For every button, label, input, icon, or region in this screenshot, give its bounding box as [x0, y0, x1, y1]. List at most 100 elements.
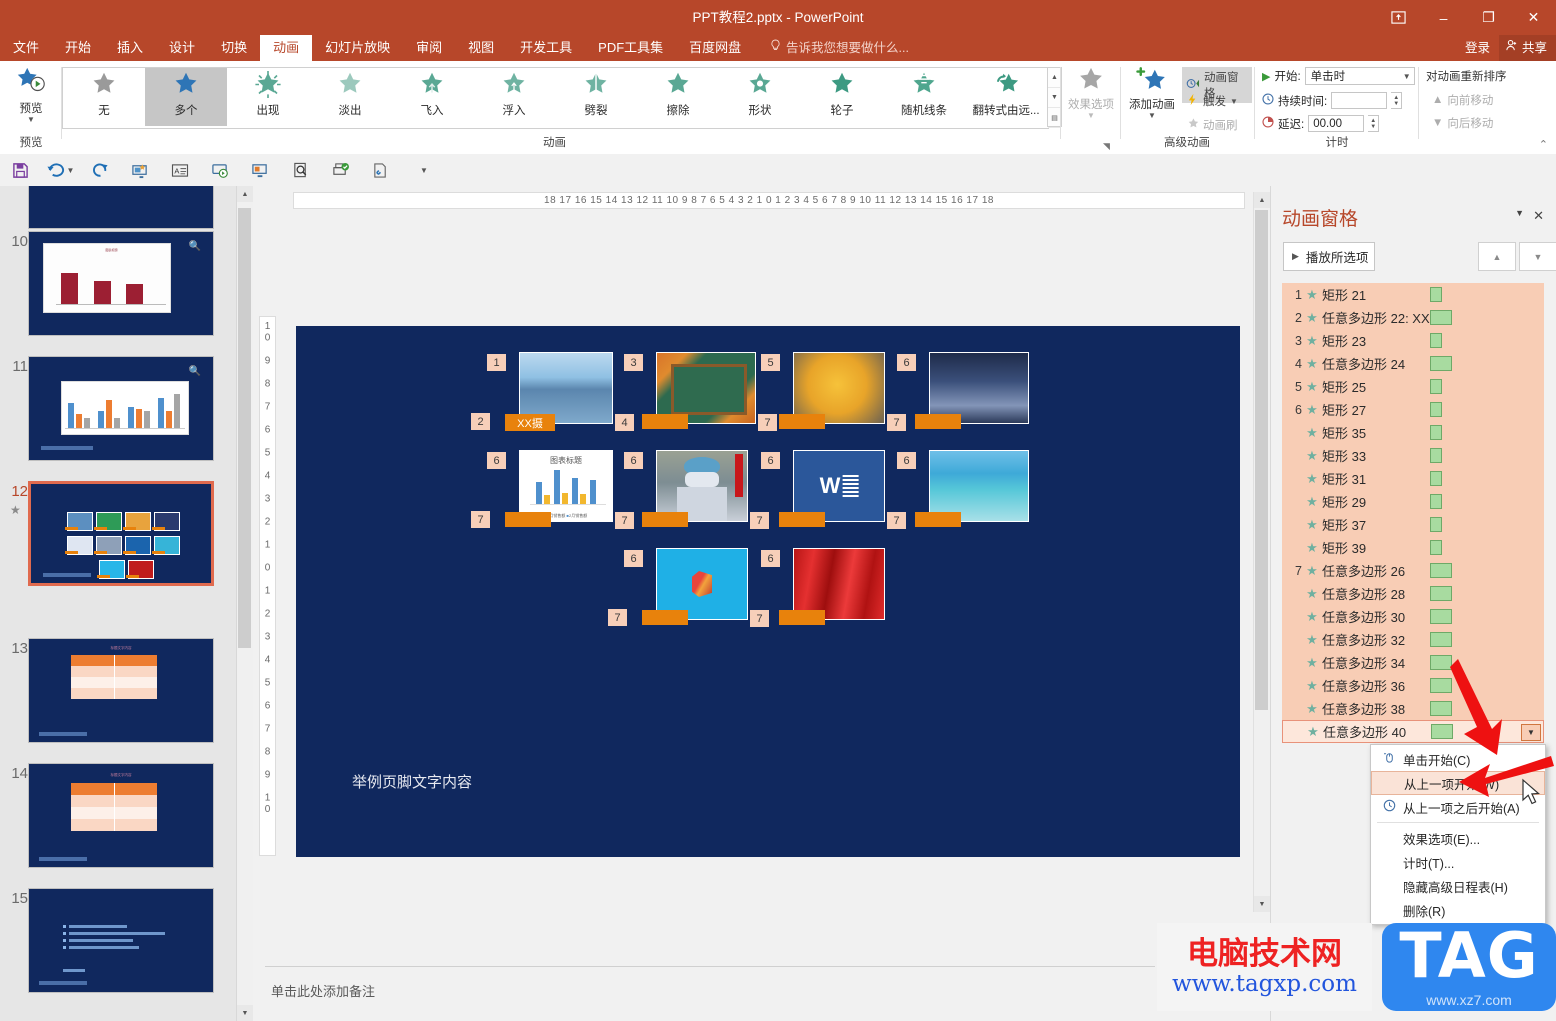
context-menu-item-6[interactable]: 删除(R)	[1371, 898, 1545, 922]
animation-effect-6[interactable]: 劈裂	[555, 68, 637, 126]
animation-order-tag[interactable]: 6	[761, 550, 780, 567]
editor-scroll-up[interactable]: ▲	[1254, 192, 1270, 208]
context-menu-item-4[interactable]: 计时(T)...	[1371, 850, 1545, 874]
slide-orange-bar[interactable]	[642, 610, 688, 625]
collapse-ribbon-button[interactable]: ⌃	[1539, 138, 1548, 151]
slide-thumbnail-10[interactable]: 图表标题 🔍	[28, 231, 214, 336]
save-icon[interactable]	[0, 155, 40, 185]
slide-thumbnail-15[interactable]	[28, 888, 214, 993]
ribbon-tab-4[interactable]: 切换	[208, 35, 260, 61]
animation-list-item[interactable]: ★ 任意多边形 32	[1282, 628, 1544, 651]
start-presentation-icon[interactable]	[120, 155, 160, 185]
slide-orange-bar[interactable]	[915, 414, 961, 429]
thumbnail-scrollbar[interactable]: ▲ ▼	[236, 186, 253, 1021]
move-up-button[interactable]: ▲	[1478, 242, 1516, 271]
share-button[interactable]: 共享	[1498, 35, 1556, 61]
trigger-button[interactable]: 触发 ▼	[1182, 91, 1242, 111]
from-beginning-icon[interactable]	[200, 155, 240, 185]
duration-spinner[interactable]: ▲ ▼	[1391, 92, 1403, 109]
thumbnail-scroll-up[interactable]: ▲	[237, 186, 253, 202]
context-menu-item-3[interactable]: 效果选项(E)...	[1371, 826, 1545, 850]
animation-timeline-bar[interactable]	[1430, 540, 1442, 555]
editor-vertical-scrollbar[interactable]: ▲ ▼	[1253, 192, 1270, 912]
animation-timeline-bar[interactable]	[1430, 333, 1442, 348]
notes-pane[interactable]: 单击此处添加备注	[265, 966, 1155, 1012]
add-animation-button[interactable]: 添加动画 ▼	[1124, 65, 1180, 135]
animation-timeline-bar[interactable]	[1430, 356, 1452, 371]
animation-timeline-bar[interactable]	[1430, 563, 1452, 578]
animation-list-item[interactable]: ★ 任意多边形 28	[1282, 582, 1544, 605]
slide-thumbnail-9[interactable]	[28, 186, 214, 229]
animation-list-item[interactable]: ★ 矩形 39	[1282, 536, 1544, 559]
editor-scroll-thumb[interactable]	[1255, 210, 1268, 710]
animation-order-tag[interactable]: 7	[758, 414, 777, 431]
animation-timeline-bar[interactable]	[1430, 632, 1452, 647]
animation-list-item[interactable]: 2 ★ 任意多边形 22: XX ...	[1282, 306, 1544, 329]
text-box-icon[interactable]: A	[160, 155, 200, 185]
chevron-down-icon[interactable]: ▼	[1087, 112, 1095, 120]
start-combobox[interactable]: 单击时 ▼	[1304, 67, 1415, 85]
chevron-down-icon[interactable]: ▼	[1148, 112, 1156, 120]
animation-effect-8[interactable]: 形状	[719, 68, 801, 126]
chevron-down-icon[interactable]: ▼	[1230, 97, 1238, 105]
animation-list-item[interactable]: ★ 矩形 35	[1282, 421, 1544, 444]
animation-timeline-bar[interactable]	[1430, 310, 1452, 325]
ribbon-tab-1[interactable]: 开始	[52, 35, 104, 61]
animation-timeline-bar[interactable]	[1430, 678, 1452, 693]
animation-list-item[interactable]: ★ 矩形 29	[1282, 490, 1544, 513]
thumbnail-scroll-thumb[interactable]	[238, 208, 251, 648]
ribbon-tab-11[interactable]: 百度网盘	[676, 35, 754, 61]
animation-effect-9[interactable]: 轮子	[801, 68, 883, 126]
slide-thumbnail-12[interactable]	[28, 481, 214, 586]
minimize-button[interactable]: –	[1421, 0, 1466, 35]
animation-timeline-bar[interactable]	[1430, 471, 1442, 486]
slide-orange-bar[interactable]	[642, 414, 688, 429]
slide-orange-bar[interactable]	[505, 512, 551, 527]
ribbon-tab-9[interactable]: 开发工具	[507, 35, 585, 61]
play-selected-button[interactable]: ▶ 播放所选项	[1283, 242, 1375, 271]
animation-order-tag[interactable]: 2	[471, 413, 490, 430]
delay-input[interactable]: 00.00	[1308, 115, 1365, 132]
animation-list-item[interactable]: ★ 矩形 37	[1282, 513, 1544, 536]
animation-timeline-bar[interactable]	[1430, 379, 1442, 394]
animation-order-tag[interactable]: 6	[487, 452, 506, 469]
animation-effect-3[interactable]: 淡出	[309, 68, 391, 126]
context-menu-item-5[interactable]: 隐藏高级日程表(H)	[1371, 874, 1545, 898]
animation-order-tag[interactable]: 7	[887, 414, 906, 431]
animation-timeline-bar[interactable]	[1430, 701, 1452, 716]
animation-list-item[interactable]: ★ 矩形 33	[1282, 444, 1544, 467]
ribbon-display-options-icon[interactable]	[1376, 0, 1421, 35]
animation-effect-4[interactable]: 飞入	[391, 68, 473, 126]
preview-button[interactable]: 预览 ▼	[0, 65, 62, 135]
ribbon-tab-2[interactable]: 插入	[104, 35, 156, 61]
animation-list-item[interactable]: 7 ★ 任意多边形 26	[1282, 559, 1544, 582]
animation-order-tag[interactable]: 7	[615, 512, 634, 529]
ribbon-tab-7[interactable]: 审阅	[403, 35, 455, 61]
animation-item-dropdown[interactable]: ▼	[1521, 724, 1541, 741]
animation-list-item[interactable]: 5 ★ 矩形 25	[1282, 375, 1544, 398]
animation-timeline-bar[interactable]	[1430, 448, 1442, 463]
print-icon[interactable]	[320, 155, 360, 185]
ribbon-tab-3[interactable]: 设计	[156, 35, 208, 61]
undo-icon[interactable]: ▼	[40, 155, 80, 185]
animation-list-item[interactable]: 4 ★ 任意多边形 24	[1282, 352, 1544, 375]
editor-scroll-down[interactable]: ▼	[1254, 896, 1270, 912]
animation-timeline-bar[interactable]	[1430, 609, 1452, 624]
duration-input[interactable]	[1331, 92, 1388, 109]
from-current-slide-icon[interactable]	[240, 155, 280, 185]
slide-canvas[interactable]: 举例页脚文字内容 14XX摄237576图表标题■1月销售额 ■2月销售额677…	[296, 326, 1240, 857]
close-button[interactable]: ✕	[1511, 0, 1556, 35]
animation-list-item[interactable]: ★ 任意多边形 30	[1282, 605, 1544, 628]
slide-orange-bar[interactable]	[915, 512, 961, 527]
slide-caption-box[interactable]: XX摄	[505, 414, 555, 431]
chevron-down-icon[interactable]: ▼	[27, 116, 35, 124]
slide-orange-bar[interactable]	[779, 610, 825, 625]
ribbon-tab-10[interactable]: PDF工具集	[585, 35, 676, 61]
print-preview-icon[interactable]	[280, 155, 320, 185]
animation-timeline-bar[interactable]	[1430, 655, 1452, 670]
animation-effect-7[interactable]: 擦除	[637, 68, 719, 126]
animation-timeline-bar[interactable]	[1430, 425, 1442, 440]
slide-thumbnail-13[interactable]: 标题文字内容	[28, 638, 214, 743]
animation-order-tag[interactable]: 6	[897, 354, 916, 371]
animation-effect-11[interactable]: 翻转式由远...	[965, 68, 1047, 126]
